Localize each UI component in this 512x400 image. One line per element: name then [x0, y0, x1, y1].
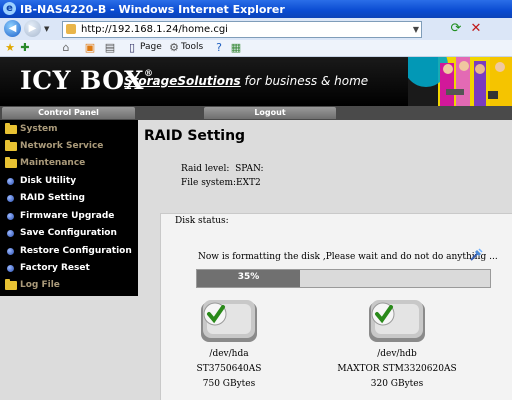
stop-icon[interactable]: ✕ [468, 21, 484, 37]
folder-open-icon [5, 157, 17, 168]
tools-menu[interactable]: Tools [181, 42, 203, 52]
raid-level-row: Raid level: SPAN: [181, 164, 264, 174]
history-dropdown-icon[interactable]: ▼ [44, 25, 49, 33]
forward-arrow-icon[interactable]: ▶ [24, 20, 41, 37]
banner-people-graphic [408, 57, 512, 106]
command-bar: ★ ✚ ⌂ ▣ ▤ ▯ Page ⚙ Tools ? ▦ [0, 40, 512, 57]
address-bar[interactable]: http://192.168.1.24/home.cgi ▼ [62, 21, 422, 38]
disk-2-size: 320 GBytes [370, 379, 424, 389]
disk-2-model: MAXTOR STM3320620AS [337, 364, 457, 374]
ie-logo-icon: e [3, 2, 16, 15]
research-icon[interactable]: ▦ [230, 42, 242, 54]
sidebar-item-restore-configuration[interactable]: Restore Configuration [0, 244, 138, 261]
sidebar-item-network-service[interactable]: Network Service [0, 139, 138, 156]
tab-bar: Control Panel Logout [0, 106, 512, 120]
sidebar-item-maintenance[interactable]: Maintenance [0, 156, 138, 173]
format-message: Now is formatting the disk ,Please wait … [198, 252, 498, 262]
feeds-icon[interactable]: ▣ [84, 42, 96, 54]
sidebar-item-factory-reset[interactable]: Factory Reset [0, 261, 138, 278]
bullet-icon [5, 212, 14, 220]
raid-level-value: SPAN: [235, 164, 264, 174]
header-banner: ICY BOX® StorageSolutions for business &… [0, 57, 512, 106]
sidebar-item-firmware-upgrade[interactable]: Firmware Upgrade [0, 209, 138, 226]
address-dropdown-icon[interactable]: ▼ [413, 22, 419, 37]
disk-status-label: Disk status: [175, 216, 229, 226]
print-icon[interactable]: ▤ [104, 42, 116, 54]
disk-1-model: ST3750640AS [196, 364, 262, 374]
page-menu[interactable]: Page [140, 42, 162, 52]
disk-1-device: /dev/hda [209, 349, 249, 359]
hard-disk-icon [369, 300, 425, 342]
address-toolbar: ◀ ▶ ▼ http://192.168.1.24/home.cgi ▼ ⟳ ✕ [0, 18, 512, 40]
favorites-star-icon[interactable]: ★ [4, 42, 16, 54]
sidebar-item-disk-utility[interactable]: Disk Utility [0, 174, 138, 191]
help-icon[interactable]: ? [213, 42, 225, 54]
sidebar-item-log-file[interactable]: Log File [0, 278, 138, 295]
bullet-icon [5, 247, 14, 255]
folder-icon [5, 140, 17, 151]
bullet-icon [5, 194, 14, 202]
wrench-tool-icon [470, 248, 483, 261]
file-system-row: File system:EXT2 [181, 178, 261, 188]
progress-percent: 35% [237, 272, 260, 282]
bullet-icon [5, 229, 14, 237]
add-favorites-icon[interactable]: ✚ [19, 42, 31, 54]
page-icon[interactable]: ▯ [126, 42, 138, 54]
address-url[interactable]: http://192.168.1.24/home.cgi [81, 22, 228, 37]
disk-1-size: 750 GBytes [202, 379, 256, 389]
sidebar-item-system[interactable]: System [0, 122, 138, 139]
tab-logout[interactable]: Logout [204, 107, 336, 119]
tools-gear-icon[interactable]: ⚙ [168, 42, 180, 54]
hard-disk-icon [201, 300, 257, 342]
tagline: StorageSolutions for business & home [124, 74, 369, 88]
disk-status-panel: Disk status: Now is formatting the disk … [160, 213, 512, 400]
window-title: IB-NAS4220-B - Windows Internet Explorer [20, 3, 285, 16]
page-title: RAID Setting [144, 128, 246, 144]
file-system-value: EXT2 [236, 178, 261, 188]
folder-icon [5, 123, 17, 134]
format-progress-bar: 35% [196, 269, 491, 288]
page-favicon-icon [66, 24, 76, 34]
bullet-icon [5, 177, 14, 185]
main-content: RAID Setting Raid level: SPAN: File syst… [138, 120, 512, 400]
tab-control-panel[interactable]: Control Panel [2, 107, 135, 119]
sidebar-menu: System Network Service Maintenance Disk … [0, 120, 138, 296]
sidebar-item-save-configuration[interactable]: Save Configuration [0, 226, 138, 243]
refresh-icon[interactable]: ⟳ [448, 21, 464, 37]
disk-2-device: /dev/hdb [377, 349, 417, 359]
sidebar-item-raid-setting[interactable]: RAID Setting [0, 191, 138, 208]
window-titlebar: e IB-NAS4220-B - Windows Internet Explor… [0, 0, 512, 18]
web-page: ICY BOX® StorageSolutions for business &… [0, 57, 512, 400]
back-arrow-icon[interactable]: ◀ [4, 20, 21, 37]
folder-icon [5, 279, 17, 290]
home-icon[interactable]: ⌂ [60, 42, 72, 54]
bullet-icon [5, 264, 14, 272]
